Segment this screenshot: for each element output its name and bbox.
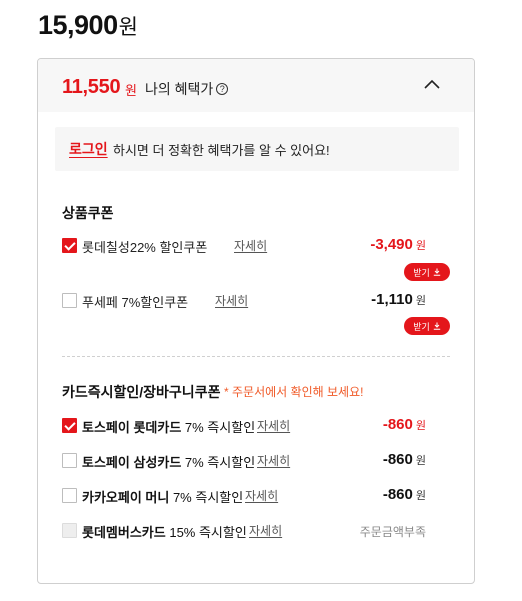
section-divider (62, 356, 450, 357)
card-discount-title: 카드즉시할인/장바구니쿠폰 (62, 384, 221, 400)
card-amount-value: -860 (382, 486, 413, 503)
coupon-row: 롯데칠성22% 할인쿠폰 자세히 -3,490 원 (62, 236, 450, 258)
benefit-price: 11,550 (62, 76, 121, 98)
coupon-detail-link[interactable]: 자세히 (215, 292, 248, 309)
card-checkbox[interactable] (62, 488, 77, 503)
chevron-up-icon[interactable] (423, 77, 441, 91)
card-label: 토스페이 삼성카드 7% 즉시할인 (82, 452, 255, 471)
card-discount-text: 7% 즉시할인 (169, 490, 244, 505)
benefit-panel: 11,550 원 나의 혜택가 ? 로그인 하시면 더 정확한 혜택가를 알 수… (37, 58, 475, 584)
download-label: 받기 (413, 321, 430, 332)
card-discount-text: 7% 즉시할인 (181, 455, 256, 470)
card-amount: -860 원 (383, 416, 426, 433)
card-checkbox[interactable] (62, 418, 77, 433)
login-notice: 로그인 하시면 더 정확한 혜택가를 알 수 있어요! (55, 127, 459, 171)
card-label: 카카오페이 머니 7% 즉시할인 (82, 487, 243, 506)
card-detail-link[interactable]: 자세히 (249, 522, 282, 539)
card-checkbox (62, 523, 77, 538)
coupon-checkbox[interactable] (62, 238, 77, 253)
card-label: 롯데멤버스카드 15% 즉시할인 (82, 522, 247, 541)
benefit-header[interactable]: 11,550 원 나의 혜택가 ? (38, 59, 474, 112)
download-icon (433, 268, 440, 276)
coupon-checkbox[interactable] (62, 293, 77, 308)
card-discount-text: 15% 즉시할인 (165, 525, 247, 540)
card-discount-text: 7% 즉시할인 (181, 420, 256, 435)
card-name: 토스페이 롯데카드 (82, 420, 182, 435)
card-discount-row: 토스페이 삼성카드 7% 즉시할인 자세히 -860 원 (62, 451, 450, 473)
benefit-price-unit: 원 (125, 83, 137, 98)
login-notice-text: 하시면 더 정확한 혜택가를 알 수 있어요! (113, 143, 330, 158)
coupon-label: 롯데칠성22% 할인쿠폰 (82, 240, 208, 255)
card-amount-unit: 원 (415, 420, 426, 432)
coupon-amount-unit: 원 (415, 295, 426, 307)
download-label: 받기 (413, 267, 430, 278)
coupon-download-button[interactable]: 받기 (404, 263, 450, 281)
coupon-row: 푸세페 7%할인쿠폰 자세히 -1,110 원 (62, 291, 450, 313)
card-amount-unit: 원 (415, 490, 426, 502)
card-name: 토스페이 삼성카드 (82, 455, 182, 470)
login-link[interactable]: 로그인 (69, 139, 108, 159)
coupon-amount: -3,490 원 (370, 236, 426, 253)
price-unit: 원 (118, 16, 138, 39)
card-amount-unit: 원 (415, 455, 426, 467)
coupon-amount: -1,110 원 (371, 291, 426, 308)
product-coupon-title: 상품쿠폰 (62, 205, 114, 221)
benefit-label: 나의 혜택가 (145, 81, 214, 97)
coupon-label: 푸세페 7%할인쿠폰 (82, 295, 189, 310)
card-discount-row: 토스페이 롯데카드 7% 즉시할인 자세히 -860 원 (62, 416, 450, 438)
question-circle-icon[interactable]: ? (216, 83, 229, 95)
benefit-label-wrap: 나의 혜택가 ? (145, 79, 229, 99)
card-label: 토스페이 롯데카드 7% 즉시할인 (82, 417, 255, 436)
card-amount: -860 원 (383, 486, 426, 503)
card-name: 롯데멤버스카드 (82, 525, 166, 540)
card-amount: -860 원 (383, 451, 426, 468)
coupon-amount-value: -1,110 (371, 291, 413, 308)
card-status: 주문금액부족 (359, 525, 426, 539)
card-detail-link[interactable]: 자세히 (245, 487, 278, 504)
coupon-amount-unit: 원 (415, 240, 426, 252)
card-amount-value: -860 (382, 416, 413, 433)
card-name: 카카오페이 머니 (82, 490, 170, 505)
coupon-amount-value: -3,490 (370, 236, 413, 253)
card-discount-row: 롯데멤버스카드 15% 즉시할인 자세히 주문금액부족 (62, 521, 450, 543)
price-value: 15,900 (38, 10, 118, 40)
card-detail-link[interactable]: 자세히 (257, 452, 290, 469)
card-amount-value: -860 (382, 451, 413, 468)
card-detail-link[interactable]: 자세히 (257, 417, 290, 434)
coupon-download-button[interactable]: 받기 (404, 317, 450, 335)
card-checkbox[interactable] (62, 453, 77, 468)
product-price: 15,900 원 (38, 10, 138, 41)
download-icon (433, 322, 440, 330)
card-discount-row: 카카오페이 머니 7% 즉시할인 자세히 -860 원 (62, 486, 450, 508)
coupon-detail-link[interactable]: 자세히 (234, 237, 267, 254)
card-discount-note: * 주문서에서 확인해 보세요! (224, 385, 364, 399)
